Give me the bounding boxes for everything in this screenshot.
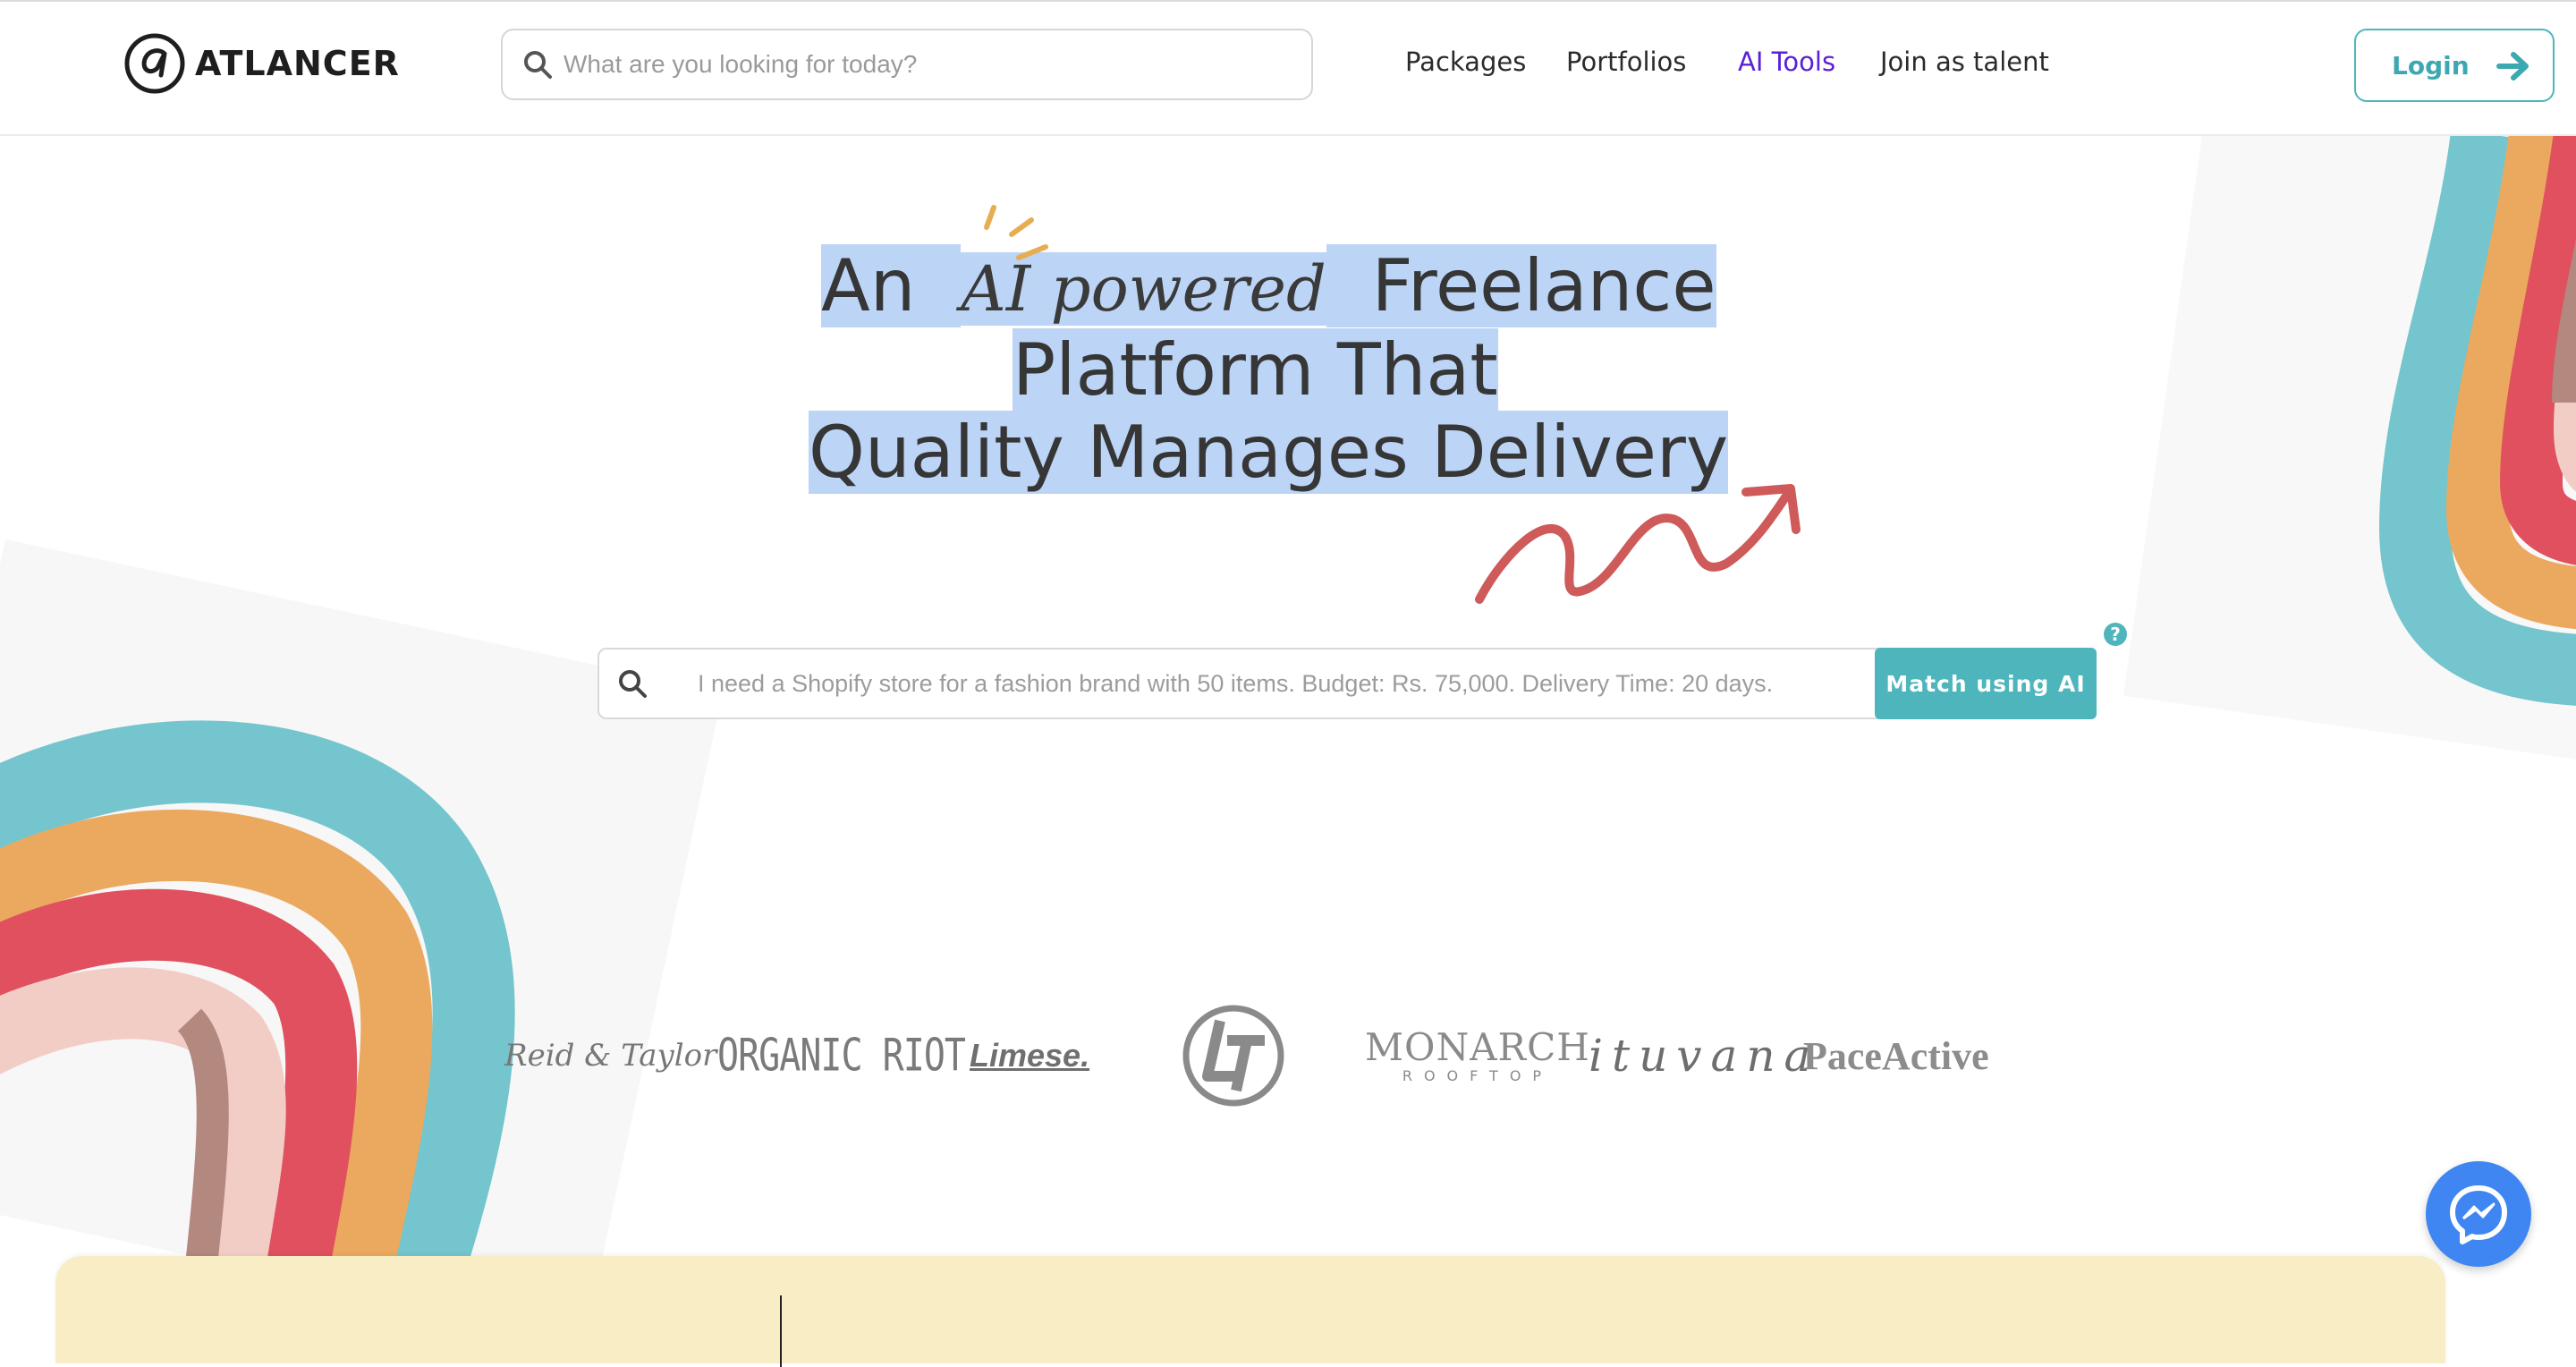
spark-accent-icon: [984, 205, 1048, 260]
card-divider: [780, 1295, 782, 1367]
client-logo-ituvana: ituvana: [1589, 1030, 1820, 1082]
login-button[interactable]: Login: [2354, 29, 2555, 102]
client-logo-strip: Reid & Taylor ORGANIC RIOT Limese. MONAR…: [483, 993, 2021, 1118]
top-navbar: ATLANCER Packages Portfolios AI Tools Jo…: [0, 0, 2576, 136]
client-logo-lt: [1181, 993, 1292, 1118]
ai-match-search[interactable]: [597, 648, 2097, 719]
client-logo-monarch-rooftop: MONARCH ROOFTOP: [1365, 993, 1590, 1118]
hero-headline: An AI powered Freelance Platform That Qu…: [0, 161, 2576, 537]
nav-join-as-talent[interactable]: Join as talent: [1880, 47, 2049, 77]
ai-match-input[interactable]: [696, 656, 1862, 711]
bottom-feature-card: [55, 1256, 2445, 1367]
hero-platform-that: Platform That: [1013, 328, 1498, 412]
client-logo-paceactive: PaceActive: [1803, 1033, 1989, 1078]
client-logo-limese: Limese.: [970, 1037, 1090, 1074]
messenger-chat-button[interactable]: [2426, 1161, 2531, 1267]
nav-packages[interactable]: Packages: [1405, 47, 1526, 77]
login-label: Login: [2392, 50, 2470, 81]
main-nav: Packages Portfolios AI Tools Join as tal…: [0, 47, 2147, 86]
arrow-right-icon: [2496, 52, 2529, 81]
messenger-icon: [2450, 1185, 2507, 1244]
hero-word-an: An: [821, 244, 916, 327]
client-logo-reid-taylor: Reid & Taylor: [504, 1038, 717, 1074]
nav-ai-tools[interactable]: AI Tools: [1738, 47, 1835, 77]
monarch-subtitle: ROOFTOP: [1402, 1066, 1554, 1084]
help-icon[interactable]: ?: [2104, 623, 2127, 646]
nav-portfolios[interactable]: Portfolios: [1566, 47, 1686, 77]
hero-word-freelance: Freelance: [1371, 244, 1716, 327]
squiggle-arrow-icon: [1475, 484, 1801, 604]
match-using-ai-button[interactable]: Match using AI: [1875, 648, 2097, 719]
client-logo-organic-riot: ORGANIC RIOT: [717, 1030, 966, 1082]
search-icon: [619, 670, 647, 698]
rainbow-decoration-left: [0, 720, 515, 1270]
lt-emblem-icon: [1182, 1005, 1284, 1107]
hero-word-powered: powered: [1050, 252, 1326, 326]
monarch-title: MONARCH: [1365, 1024, 1590, 1069]
